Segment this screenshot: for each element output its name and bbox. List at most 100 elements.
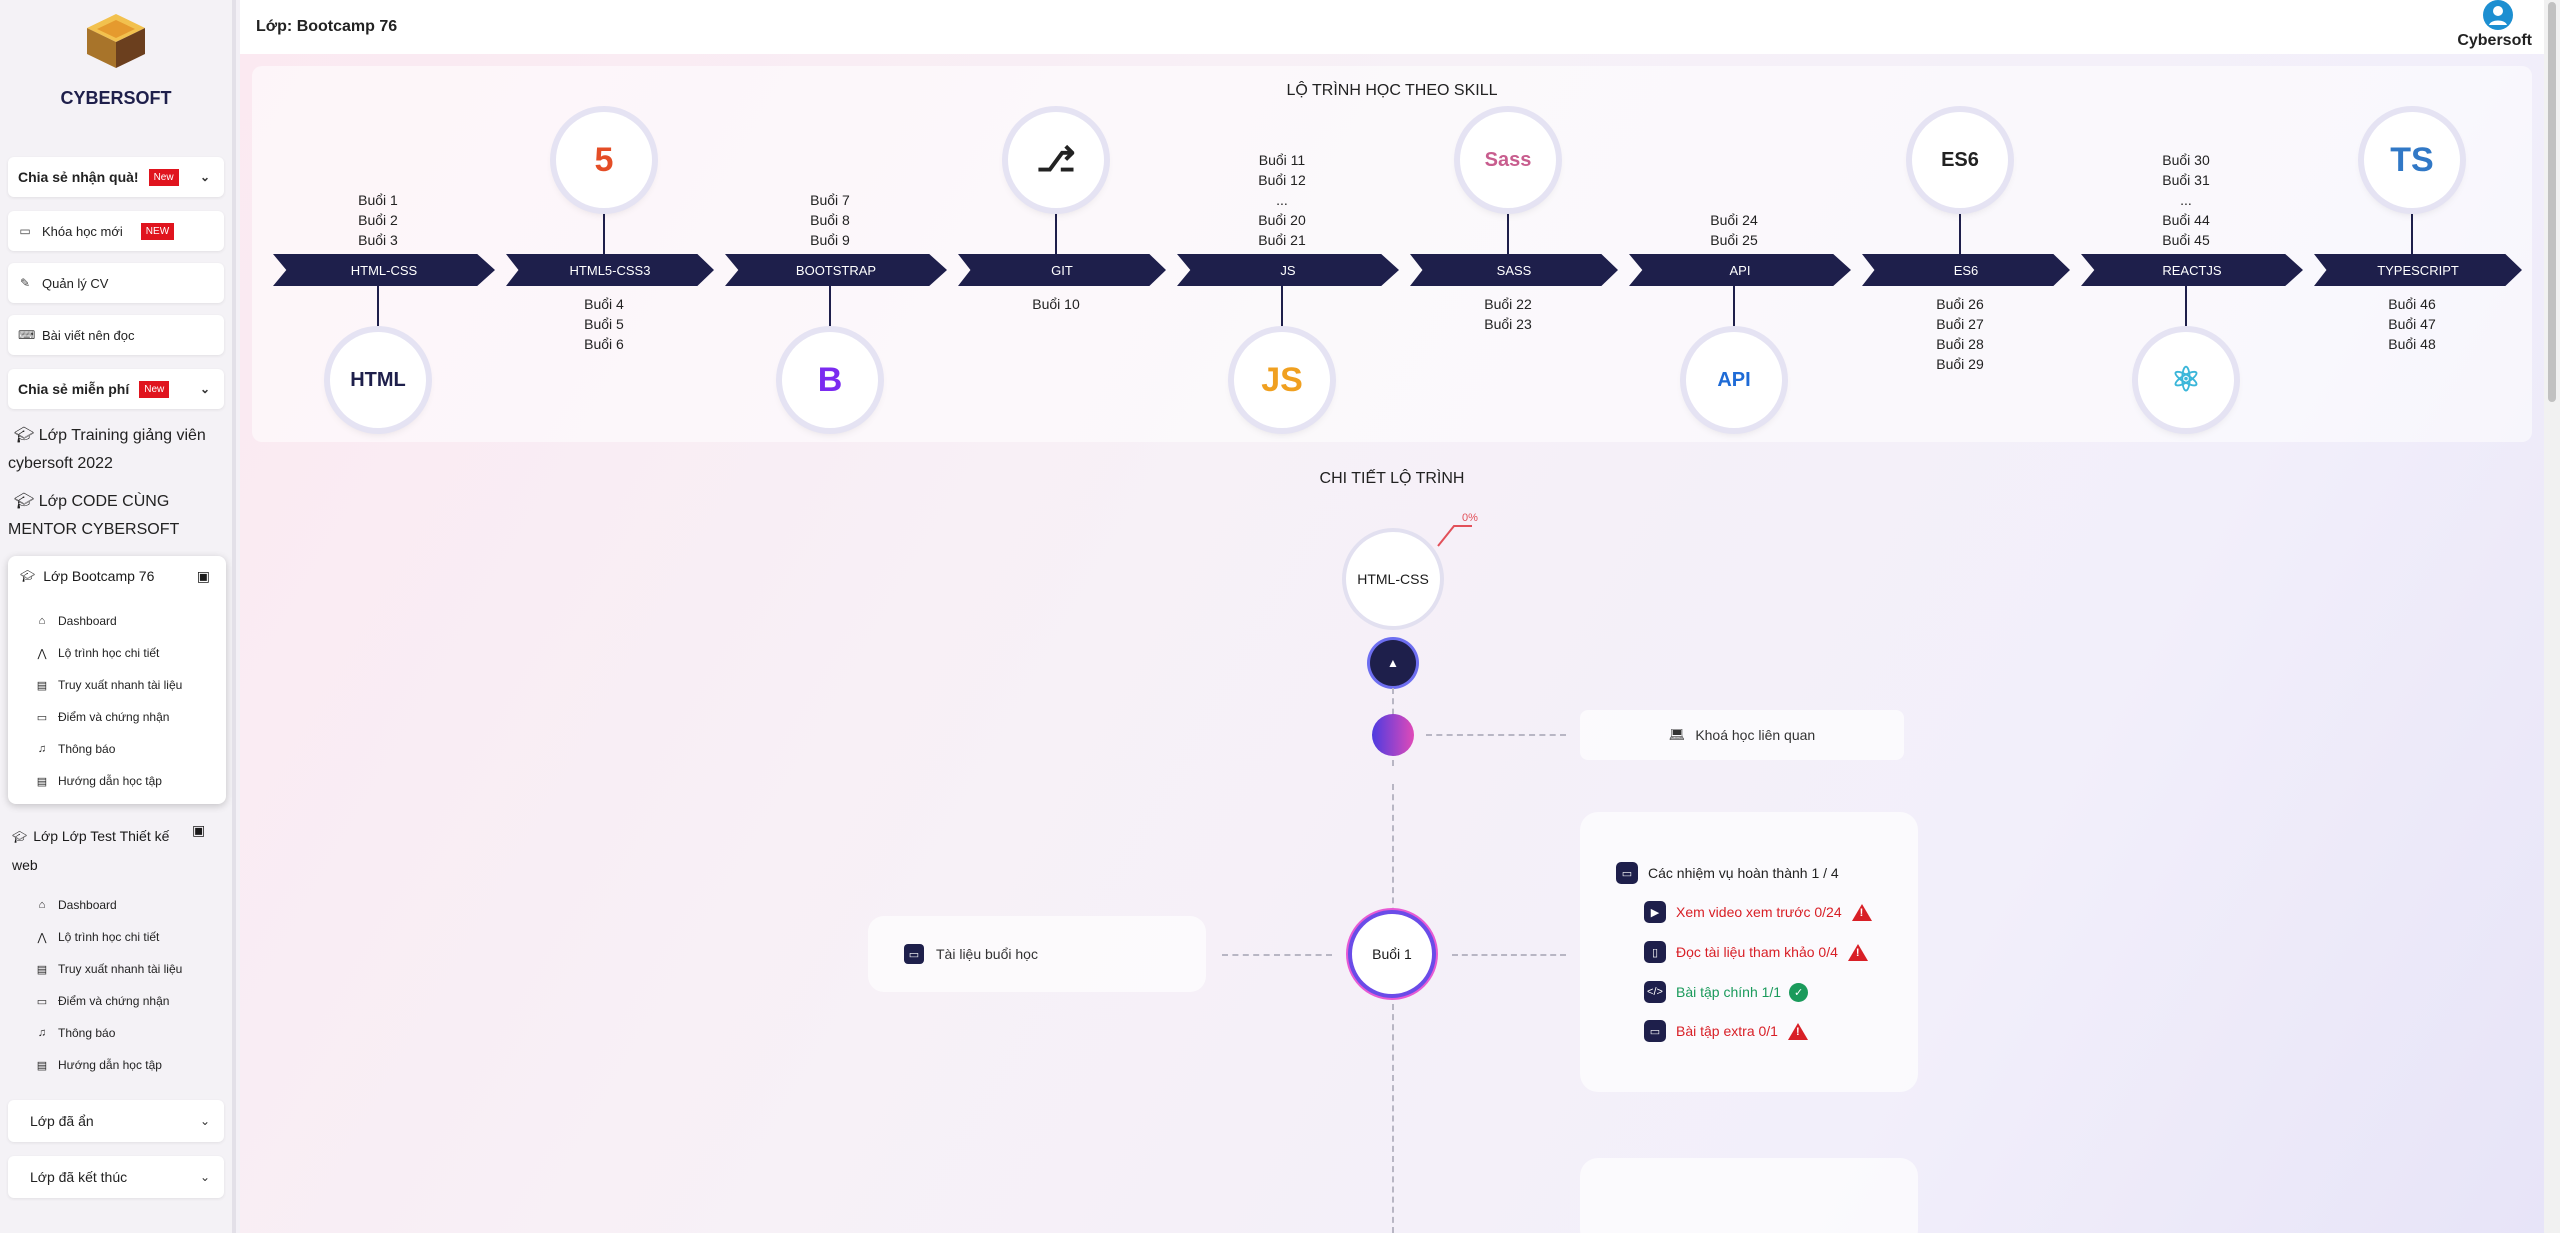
session-label[interactable]: Buổi 2 bbox=[318, 210, 438, 230]
class-training-link[interactable]: 🎓︎ Lớp Training giảng viên cybersoft 202… bbox=[8, 422, 228, 478]
sidebar-item-dashboard[interactable]: ⌂ Dashboard bbox=[36, 614, 117, 628]
detail-skill-node[interactable]: HTML-CSS bbox=[1346, 532, 1440, 626]
skill-arrow-api[interactable]: API bbox=[1629, 254, 1851, 286]
share-gift-menu[interactable]: Chia sẻ nhận quà! New ⌄ bbox=[8, 157, 224, 197]
skill-arrow-es6[interactable]: ES6 bbox=[1862, 254, 2070, 286]
session-label[interactable]: Buổi 31 bbox=[2126, 170, 2246, 190]
home-icon: ⌂ bbox=[38, 899, 46, 911]
sidebar-item-grades[interactable]: ▭ Điểm và chứng nhận bbox=[36, 710, 170, 724]
sidebar-item-dashboard[interactable]: ⌂ Dashboard bbox=[36, 898, 117, 912]
session-label[interactable]: Buổi 28 bbox=[1900, 334, 2020, 354]
scrollbar-thumb[interactable] bbox=[2548, 2, 2556, 402]
share-free-label: Chia sẻ miễn phí bbox=[18, 381, 130, 397]
session-label[interactable]: ... bbox=[2126, 190, 2246, 210]
session-label[interactable]: Buổi 21 bbox=[1222, 230, 1342, 250]
skill-arrow-bootstrap[interactable]: BOOTSTRAP bbox=[725, 254, 947, 286]
new-course-label: Khóa học mới bbox=[42, 223, 123, 239]
class-bootcamp-link[interactable]: 🎓︎ Lớp Bootcamp 76 bbox=[20, 568, 154, 584]
check-circle-icon: ✓ bbox=[1789, 982, 1809, 1002]
session-label[interactable]: Buổi 47 bbox=[2352, 314, 2472, 334]
session-label[interactable]: Buổi 44 bbox=[2126, 210, 2246, 230]
skill-sessions: Buổi 10 bbox=[996, 294, 1116, 314]
skill-stem bbox=[377, 286, 379, 336]
sidebar-item-roadmap[interactable]: ⋀ Lộ trình học chi tiết bbox=[36, 930, 159, 944]
sidebar-item-notifications[interactable]: ♫ Thông báo bbox=[36, 1026, 116, 1040]
session-label[interactable]: Buổi 29 bbox=[1900, 354, 2020, 374]
session-label[interactable]: Buổi 3 bbox=[318, 230, 438, 250]
sidebar-item-label: Dashboard bbox=[58, 898, 117, 912]
sidebar-item-grades[interactable]: ▭ Điểm và chứng nhận bbox=[36, 994, 170, 1008]
skill-sessions: Buổi 30 Buổi 31... Buổi 44 Buổi 45 bbox=[2126, 150, 2246, 250]
scrollbar[interactable] bbox=[2544, 0, 2560, 1233]
session-label[interactable]: Buổi 22 bbox=[1448, 294, 1568, 314]
session-label[interactable]: Buổi 46 bbox=[2352, 294, 2472, 314]
share-free-menu[interactable]: Chia sẻ miễn phí New ⌄ bbox=[8, 369, 224, 409]
skill-sessions: Buổi 46 Buổi 47 Buổi 48 bbox=[2352, 294, 2472, 354]
new-badge: New bbox=[139, 380, 170, 398]
session-label[interactable]: Buổi 30 bbox=[2126, 150, 2246, 170]
sidebar-item-guide[interactable]: ▤ Hướng dẫn học tập bbox=[36, 1058, 162, 1072]
hidden-classes-menu[interactable]: Lớp đã ẩn ⌄ bbox=[8, 1100, 224, 1142]
sidebar-item-notifications[interactable]: ♫ Thông báo bbox=[36, 742, 116, 756]
session-label[interactable]: Buổi 24 bbox=[1674, 210, 1794, 230]
home-icon: ⌂ bbox=[38, 615, 46, 627]
detail-skill-label: HTML-CSS bbox=[1357, 571, 1429, 587]
related-node[interactable] bbox=[1372, 714, 1414, 756]
session-label[interactable]: Buổi 23 bbox=[1448, 314, 1568, 334]
skill-sessions: Buổi 4 Buổi 5 Buổi 6 bbox=[544, 294, 664, 354]
session-documents-card[interactable]: ▭ Tài liệu buổi học bbox=[868, 916, 1206, 992]
session-label[interactable]: Buổi 20 bbox=[1222, 210, 1342, 230]
exercise-icon: ▭ bbox=[1644, 1020, 1666, 1042]
skill-arrow-js[interactable]: JS bbox=[1177, 254, 1399, 286]
skill-arrow-reactjs[interactable]: REACTJS bbox=[2081, 254, 2303, 286]
session-label[interactable]: Buổi 27 bbox=[1900, 314, 2020, 334]
session-label[interactable]: Buổi 11 bbox=[1222, 150, 1342, 170]
session-label[interactable]: Buổi 9 bbox=[770, 230, 890, 250]
session-node[interactable]: Buổi 1 bbox=[1348, 910, 1436, 998]
skill-arrow-sass[interactable]: SASS bbox=[1410, 254, 1618, 286]
sidebar-item-guide[interactable]: ▤ Hướng dẫn học tập bbox=[36, 774, 162, 788]
road-icon: ⋀ bbox=[37, 931, 47, 944]
class-test-link[interactable]: 🎓︎ Lớp Lớp Test Thiết kế web bbox=[12, 822, 182, 879]
new-course-link[interactable]: ▭ Khóa học mới NEW bbox=[8, 211, 224, 251]
finished-classes-menu[interactable]: Lớp đã kết thúc ⌄ bbox=[8, 1156, 224, 1198]
user-name[interactable]: Cybersoft bbox=[2457, 32, 2532, 50]
session-label[interactable]: Buổi 12 bbox=[1222, 170, 1342, 190]
articles-link[interactable]: ⌨ Bài viết nên đọc bbox=[8, 315, 224, 355]
session-label[interactable]: Buổi 5 bbox=[544, 314, 664, 334]
session-label[interactable]: Buổi 8 bbox=[770, 210, 890, 230]
task-main-exercise[interactable]: </> Bài tập chính 1/1 ✓ bbox=[1644, 981, 1809, 1003]
task-reading[interactable]: ▯ Đọc tài liệu tham khảo 0/4 bbox=[1644, 941, 1868, 963]
file-icon: ▤ bbox=[36, 963, 48, 976]
session-label[interactable]: Buổi 10 bbox=[996, 294, 1116, 314]
skill-arrow-git[interactable]: GIT bbox=[958, 254, 1166, 286]
task-label: Bài tập chính 1/1 bbox=[1676, 984, 1782, 1000]
skill-arrow-html-css[interactable]: HTML-CSS bbox=[273, 254, 495, 286]
session-label[interactable]: Buổi 26 bbox=[1900, 294, 2020, 314]
sidebar-item-documents[interactable]: ▤ Truy xuất nhanh tài liệu bbox=[36, 962, 183, 976]
session-label[interactable]: ... bbox=[1222, 190, 1342, 210]
class-code-link[interactable]: 🎓︎ Lớp CODE CÙNG MENTOR CYBERSOFT bbox=[8, 488, 228, 544]
sidebar-item-label: Điểm và chứng nhận bbox=[58, 994, 170, 1008]
cv-link[interactable]: ✎ Quản lý CV bbox=[8, 263, 224, 303]
sidebar-item-documents[interactable]: ▤ Truy xuất nhanh tài liệu bbox=[36, 678, 183, 692]
session-label[interactable]: Buổi 45 bbox=[2126, 230, 2246, 250]
related-courses-button[interactable]: 💻︎ Khoá học liên quan bbox=[1580, 710, 1904, 760]
task-extra-exercise[interactable]: ▭ Bài tập extra 0/1 bbox=[1644, 1020, 1808, 1042]
skill-arrow-typescript[interactable]: TYPESCRIPT bbox=[2314, 254, 2522, 286]
sidebar-item-label: Lộ trình học chi tiết bbox=[58, 930, 160, 944]
session-label[interactable]: Buổi 1 bbox=[318, 190, 438, 210]
skill-arrow-html5-css3[interactable]: HTML5-CSS3 bbox=[506, 254, 714, 286]
session-label[interactable]: Buổi 48 bbox=[2352, 334, 2472, 354]
video-icon: ▶ bbox=[1644, 901, 1666, 923]
session-label[interactable]: Buổi 4 bbox=[544, 294, 664, 314]
session-label[interactable]: Buổi 6 bbox=[544, 334, 664, 354]
task-video[interactable]: ▶ Xem video xem trước 0/24 bbox=[1644, 901, 1872, 923]
skill-sessions: Buổi 26 Buổi 27 Buổi 28 Buổi 29 bbox=[1900, 294, 2020, 374]
graduation-cap-icon: 🎓︎ bbox=[20, 569, 36, 583]
session-label[interactable]: Buổi 25 bbox=[1674, 230, 1794, 250]
avatar[interactable] bbox=[2483, 0, 2513, 30]
collapse-button[interactable]: ▲ bbox=[1370, 640, 1416, 686]
sidebar-item-roadmap[interactable]: ⋀ Lộ trình học chi tiết bbox=[36, 646, 159, 660]
session-label[interactable]: Buổi 7 bbox=[770, 190, 890, 210]
